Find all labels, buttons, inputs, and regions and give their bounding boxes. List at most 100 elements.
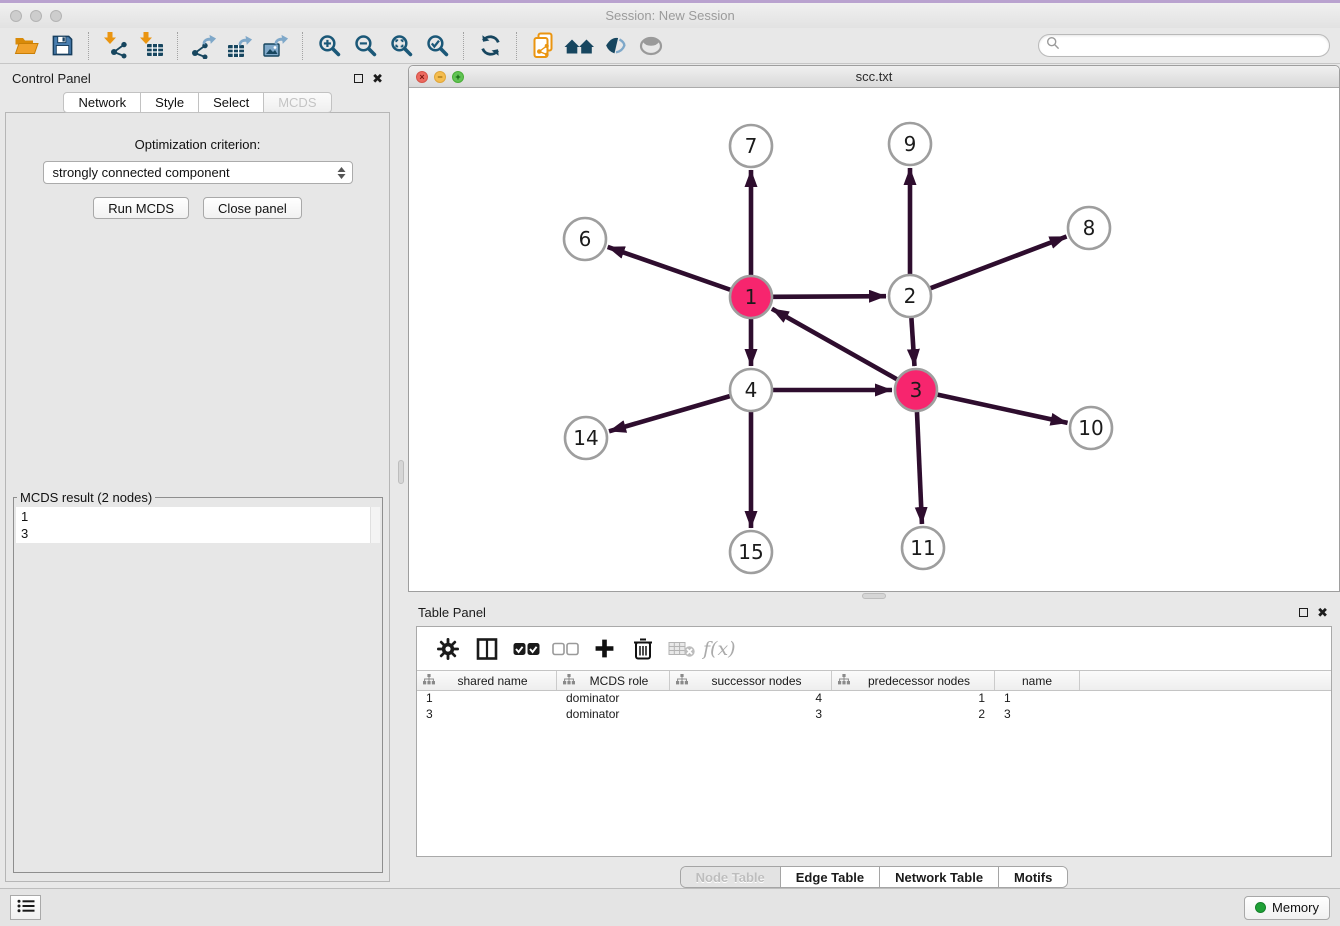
column-header-successor-nodes[interactable]: successor nodes <box>670 671 832 690</box>
edge-4-14[interactable] <box>609 396 730 431</box>
cell-name[interactable]: 3 <box>995 707 1080 723</box>
zoom-fit-icon <box>389 33 414 58</box>
cell-MCDS-role[interactable]: dominator <box>557 691 670 707</box>
network-window: × − + scc.txt 1234678910111415 <box>408 65 1340 592</box>
edge-3-1[interactable] <box>772 309 897 379</box>
node-label-2: 2 <box>904 284 917 308</box>
tab-network[interactable]: Network <box>63 92 141 113</box>
open-session-icon <box>14 34 39 57</box>
visual-styles-button[interactable] <box>597 31 633 61</box>
clone-network-button[interactable] <box>525 31 561 61</box>
column-header-MCDS-role[interactable]: MCDS role <box>557 671 670 690</box>
column-header-shared-name[interactable]: shared name <box>417 671 557 690</box>
node-label-7: 7 <box>745 134 758 158</box>
cell-shared-name[interactable]: 1 <box>417 691 557 707</box>
import-network-button[interactable] <box>97 31 133 61</box>
result-scrollbar[interactable] <box>370 507 380 543</box>
table-row-0[interactable]: 1dominator411 <box>417 691 1331 707</box>
table-row-1[interactable]: 3dominator323 <box>417 707 1331 723</box>
show-graphics-details-button[interactable] <box>633 31 669 61</box>
export-image-button[interactable] <box>258 31 294 61</box>
edge-2-8[interactable] <box>931 237 1067 289</box>
toolbar-separator <box>88 32 89 60</box>
zoom-selected-button[interactable] <box>419 31 455 61</box>
zoom-out-button[interactable] <box>347 31 383 61</box>
mcds-result-textarea[interactable]: 1 3 <box>16 507 380 543</box>
tab-edge-table[interactable]: Edge Table <box>780 867 879 887</box>
column-header-predecessor-nodes[interactable]: predecessor nodes <box>832 671 995 690</box>
cell-name[interactable]: 1 <box>995 691 1080 707</box>
mcds-result-values: 1 3 <box>16 507 380 543</box>
show-panels-button[interactable] <box>10 895 41 920</box>
table-settings-button[interactable] <box>434 634 462 664</box>
splitter-handle[interactable] <box>398 460 404 484</box>
criterion-dropdown[interactable]: strongly connected component <box>43 161 353 184</box>
run-mcds-button[interactable]: Run MCDS <box>93 197 189 219</box>
network-canvas[interactable]: 1234678910111415 <box>409 88 1339 591</box>
delete-table-button[interactable] <box>668 634 696 664</box>
split-panel-button[interactable] <box>473 634 501 664</box>
zoom-out-icon <box>353 33 378 58</box>
edge-1-2[interactable] <box>773 296 886 297</box>
save-session-button[interactable] <box>44 31 80 61</box>
export-table-button[interactable] <box>222 31 258 61</box>
memory-button[interactable]: Memory <box>1244 896 1330 920</box>
import-table-button[interactable] <box>133 31 169 61</box>
vertical-splitter[interactable] <box>395 65 408 888</box>
edge-3-11[interactable] <box>917 412 922 524</box>
network-window-titlebar[interactable]: × − + scc.txt <box>409 66 1339 88</box>
close-panel-icon[interactable]: ✖ <box>372 72 383 85</box>
cell-shared-name[interactable]: 3 <box>417 707 557 723</box>
window-titlebar: Session: New Session <box>0 3 1340 28</box>
cell-MCDS-role[interactable]: dominator <box>557 707 670 723</box>
deselect-all-rows-button[interactable] <box>551 634 579 664</box>
toolbar-separator <box>516 32 517 60</box>
refresh-icon <box>478 33 503 58</box>
refresh-button[interactable] <box>472 31 508 61</box>
function-builder-button[interactable]: f(x) <box>707 634 735 664</box>
import-network-icon <box>102 32 129 59</box>
splitter-handle[interactable] <box>862 593 886 599</box>
export-network-button[interactable] <box>186 31 222 61</box>
zoom-fit-button[interactable] <box>383 31 419 61</box>
cell-successor-nodes[interactable]: 3 <box>670 707 832 723</box>
delete-row-icon <box>633 637 653 660</box>
dropdown-stepper-icon <box>337 167 346 179</box>
search-input[interactable] <box>1064 37 1329 55</box>
tab-network-table[interactable]: Network Table <box>879 867 998 887</box>
mcds-result-group: MCDS result (2 nodes) 1 3 <box>13 490 383 873</box>
select-all-rows-icon <box>513 642 540 656</box>
export-image-icon <box>263 32 290 59</box>
tab-mcds[interactable]: MCDS <box>264 92 331 113</box>
tab-style[interactable]: Style <box>141 92 199 113</box>
tab-motifs[interactable]: Motifs <box>998 867 1067 887</box>
cell-predecessor-nodes[interactable]: 2 <box>832 707 995 723</box>
select-all-rows-button[interactable] <box>512 634 540 664</box>
tab-node-table[interactable]: Node Table <box>681 867 780 887</box>
open-session-button[interactable] <box>8 31 44 61</box>
attribute-tree-icon <box>676 674 688 688</box>
window-title: Session: New Session <box>0 8 1340 23</box>
cell-predecessor-nodes[interactable]: 1 <box>832 691 995 707</box>
close-panel-button[interactable]: Close panel <box>203 197 302 219</box>
edge-1-6[interactable] <box>608 247 731 290</box>
float-panel-icon[interactable] <box>354 74 363 83</box>
delete-row-button[interactable] <box>629 634 657 664</box>
deselect-all-rows-icon <box>552 642 579 656</box>
add-row-button[interactable] <box>590 634 618 664</box>
export-network-icon <box>191 32 218 59</box>
close-panel-icon[interactable]: ✖ <box>1317 606 1328 619</box>
cell-successor-nodes[interactable]: 4 <box>670 691 832 707</box>
tab-select[interactable]: Select <box>199 92 264 113</box>
zoom-in-button[interactable] <box>311 31 347 61</box>
edge-3-10[interactable] <box>937 395 1067 423</box>
add-row-icon <box>594 638 615 659</box>
node-label-15: 15 <box>738 540 763 564</box>
column-header-name[interactable]: name <box>995 671 1080 690</box>
horizontal-splitter[interactable] <box>408 592 1340 600</box>
home-button[interactable] <box>561 31 597 61</box>
main-region: Control Panel ✖ NetworkStyleSelectMCDS O… <box>0 65 1340 888</box>
float-panel-icon[interactable] <box>1299 608 1308 617</box>
edge-2-3[interactable] <box>911 318 914 366</box>
search-field[interactable] <box>1038 34 1330 57</box>
